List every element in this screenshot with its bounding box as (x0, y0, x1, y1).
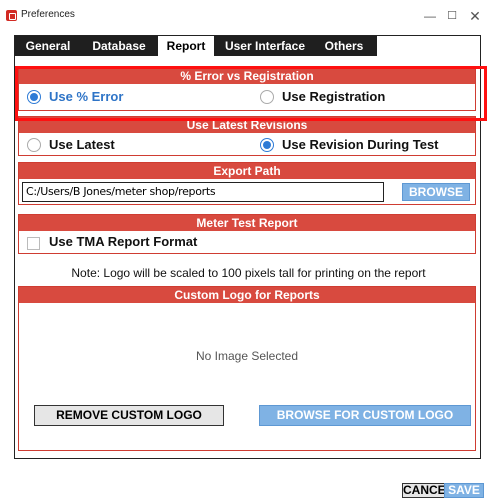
tab-user-interface[interactable]: User Interface (217, 36, 313, 56)
app-icon (6, 10, 17, 21)
custom-logo-panel: Custom Logo for Reports No Image Selecte… (18, 286, 476, 451)
use-revision-during-test-label: Use Revision During Test (282, 137, 439, 152)
minimize-button[interactable]: — (418, 4, 442, 28)
use-latest-radio[interactable]: Use Latest (27, 137, 115, 152)
export-path-browse-button[interactable]: BROWSE (402, 183, 470, 201)
use-revision-during-test-radio[interactable]: Use Revision During Test (260, 137, 439, 152)
use-latest-label: Use Latest (49, 137, 115, 152)
meter-test-report-panel: Meter Test Report Use TMA Report Format (18, 214, 476, 254)
window-title: Preferences (21, 9, 75, 20)
latest-revisions-panel: Use Latest Revisions Use Latest Use Revi… (18, 116, 476, 156)
latest-revisions-header: Use Latest Revisions (19, 117, 475, 133)
use-tma-report-format-label: Use TMA Report Format (49, 234, 198, 249)
tab-report[interactable]: Report (158, 36, 214, 56)
preferences-frame: General Database Report User Interface O… (14, 35, 481, 459)
use-percent-error-radio[interactable]: Use % Error (27, 89, 123, 104)
meter-test-report-header: Meter Test Report (19, 215, 475, 231)
tab-bar: General Database Report User Interface O… (15, 36, 377, 56)
use-tma-report-format-checkbox[interactable] (27, 237, 40, 250)
use-registration-label: Use Registration (282, 89, 386, 104)
use-percent-error-label: Use % Error (49, 89, 124, 104)
export-path-panel: Export Path C:/Users/B Jones/meter shop/… (18, 162, 476, 205)
tab-database[interactable]: Database (83, 36, 155, 56)
tab-general[interactable]: General (19, 36, 77, 56)
custom-logo-header: Custom Logo for Reports (19, 287, 475, 303)
export-path-field[interactable]: C:/Users/B Jones/meter shop/reports (22, 182, 384, 202)
remove-custom-logo-button[interactable]: REMOVE CUSTOM LOGO (34, 405, 224, 426)
error-vs-registration-panel: % Error vs Registration Use % Error Use … (18, 67, 476, 111)
title-bar: Preferences — ☐ ✕ (0, 0, 489, 32)
error-vs-registration-header: % Error vs Registration (19, 68, 475, 84)
logo-scaling-note: Note: Logo will be scaled to 100 pixels … (71, 266, 426, 280)
radio-checked-icon (27, 89, 41, 104)
tab-others[interactable]: Others (315, 36, 373, 56)
maximize-button[interactable]: ☐ (440, 4, 464, 28)
radio-unchecked-icon (27, 137, 41, 152)
radio-checked-icon (260, 137, 274, 152)
radio-unchecked-icon (260, 89, 274, 104)
no-image-selected-text: No Image Selected (195, 349, 299, 363)
browse-custom-logo-button[interactable]: BROWSE FOR CUSTOM LOGO (259, 405, 471, 426)
use-registration-radio[interactable]: Use Registration (260, 89, 385, 104)
save-button[interactable]: SAVE (444, 483, 484, 498)
close-button[interactable]: ✕ (463, 4, 487, 28)
export-path-header: Export Path (19, 163, 475, 179)
